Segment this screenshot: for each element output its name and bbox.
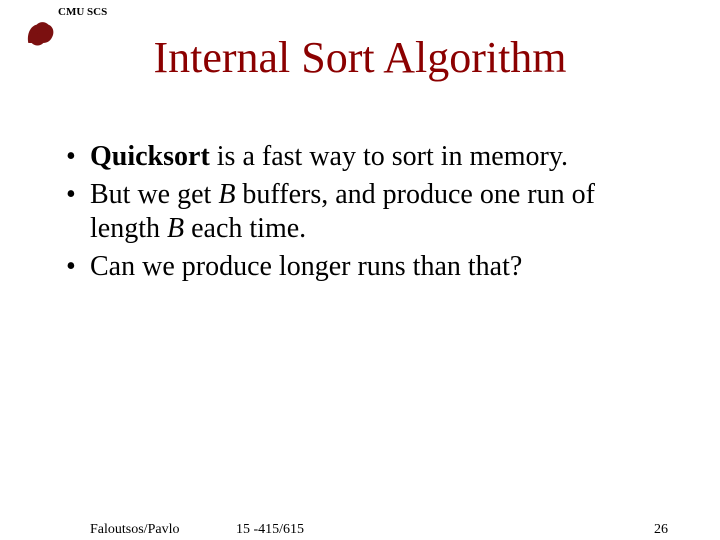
list-item: •Quicksort is a fast way to sort in memo… xyxy=(62,140,660,174)
bullet-icon: • xyxy=(62,250,90,284)
bullet-text: But we get B buffers, and produce one ru… xyxy=(90,178,660,246)
footer-authors: Faloutsos/Pavlo xyxy=(90,522,179,538)
footer-page: 26 xyxy=(654,522,668,538)
list-item: •But we get B buffers, and produce one r… xyxy=(62,178,660,246)
bullet-icon: • xyxy=(62,178,90,212)
bullet-text: Can we produce longer runs than that? xyxy=(90,250,522,284)
org-label: CMU SCS xyxy=(58,6,107,18)
list-item: •Can we produce longer runs than that? xyxy=(62,250,660,284)
footer-course: 15 -415/615 xyxy=(236,522,304,538)
bullet-list: •Quicksort is a fast way to sort in memo… xyxy=(62,140,660,288)
bullet-icon: • xyxy=(62,140,90,174)
bullet-text: Quicksort is a fast way to sort in memor… xyxy=(90,140,568,174)
slide-title: Internal Sort Algorithm xyxy=(0,32,720,83)
